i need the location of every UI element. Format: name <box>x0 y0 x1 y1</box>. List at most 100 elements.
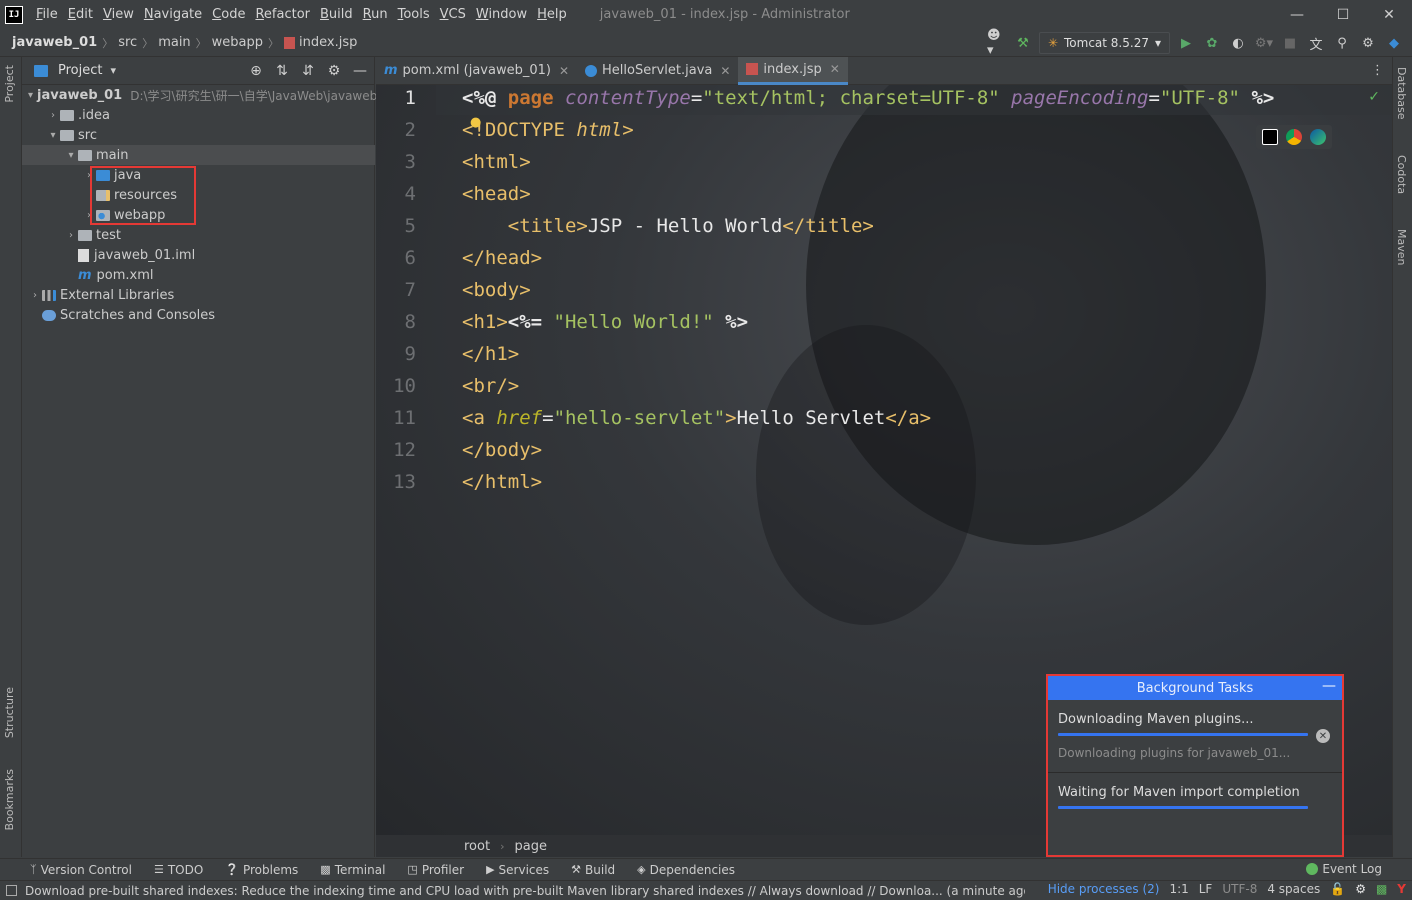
minimize-button[interactable]: — <box>1274 0 1320 29</box>
menu-file[interactable]: File <box>31 0 63 29</box>
user-icon[interactable]: ☻▾ <box>987 28 1007 58</box>
expand-all-icon[interactable]: ⇅ <box>274 61 290 81</box>
minimize-icon[interactable]: — <box>1322 678 1336 694</box>
tree-item-webapp[interactable]: › webapp <box>22 205 375 225</box>
tool-version-control[interactable]: ᛉ Version Control <box>30 863 132 877</box>
chevron-down-icon[interactable]: ▾ <box>46 130 60 141</box>
menu-view[interactable]: View <box>98 0 139 29</box>
tab-pom-xml[interactable]: m pom.xml (javaweb_01) ✕ <box>376 57 577 85</box>
tool-terminal[interactable]: ▩ Terminal <box>320 863 385 877</box>
settings-icon[interactable]: ⚙ <box>1355 882 1366 896</box>
menu-build[interactable]: Build <box>315 0 358 29</box>
stop-icon[interactable]: ■ <box>1280 33 1300 53</box>
tool-profiler[interactable]: ◳ Profiler <box>407 863 464 877</box>
stripe-tab-database[interactable]: Database <box>1395 67 1408 120</box>
tree-item-external-libraries[interactable]: › External Libraries <box>22 285 375 305</box>
cancel-task-icon[interactable]: ✕ <box>1316 729 1330 743</box>
chevron-down-icon[interactable]: ▾ <box>64 150 78 161</box>
breadcrumb-project[interactable]: javaweb_01 <box>12 35 97 50</box>
caret-position[interactable]: 1:1 <box>1169 882 1188 896</box>
tab-index-jsp[interactable]: index.jsp ✕ <box>738 56 848 85</box>
coverage-icon[interactable]: ◐ <box>1228 33 1248 53</box>
stripe-tab-bookmarks[interactable]: Bookmarks <box>3 769 16 830</box>
tree-item-test[interactable]: › test <box>22 225 375 245</box>
profile-icon[interactable]: ⚙▾ <box>1254 33 1274 53</box>
run-icon[interactable]: ▶ <box>1176 33 1196 53</box>
file-encoding[interactable]: UTF-8 <box>1222 882 1257 896</box>
close-icon[interactable]: ✕ <box>559 64 569 78</box>
lightbulb-icon[interactable]: ● <box>470 115 481 130</box>
breadcrumb-src[interactable]: src <box>118 35 137 50</box>
tool-build[interactable]: ⚒ Build <box>571 863 615 877</box>
intellij-browser-icon[interactable] <box>1262 129 1278 145</box>
menu-code[interactable]: Code <box>207 0 250 29</box>
stripe-tab-project[interactable]: Project <box>3 65 16 103</box>
breadcrumb-root[interactable]: root <box>464 839 490 854</box>
line-separator[interactable]: LF <box>1199 882 1213 896</box>
maximize-button[interactable]: ☐ <box>1320 0 1366 29</box>
terminal-status-icon[interactable]: ▩ <box>1376 882 1387 896</box>
tool-problems[interactable]: ❔ Problems <box>225 863 298 877</box>
menu-refactor[interactable]: Refactor <box>250 0 315 29</box>
build-hammer-icon[interactable]: ⚒ <box>1013 33 1033 53</box>
run-configuration-select[interactable]: ✳ Tomcat 8.5.27 ▾ <box>1038 32 1170 54</box>
breadcrumb-main[interactable]: main <box>158 35 190 50</box>
tree-item-main[interactable]: ▾ main <box>22 145 375 165</box>
tool-services[interactable]: ▶ Services <box>486 863 549 877</box>
close-icon[interactable]: ✕ <box>830 62 840 76</box>
chevron-right-icon[interactable]: › <box>64 230 78 241</box>
breadcrumb-file[interactable]: index.jsp <box>299 35 357 50</box>
project-panel-title[interactable]: Project <box>58 63 102 78</box>
tab-helloservlet[interactable]: HelloServlet.java ✕ <box>577 57 738 85</box>
menu-edit[interactable]: Edit <box>63 0 98 29</box>
translate-icon[interactable]: 文 <box>1306 33 1326 53</box>
gear-icon[interactable]: ⚙ <box>326 61 342 81</box>
menu-window[interactable]: Window <box>471 0 532 29</box>
menu-tools[interactable]: Tools <box>393 0 435 29</box>
search-icon[interactable]: ⚲ <box>1332 33 1352 53</box>
chevron-down-icon[interactable]: ▾ <box>110 64 116 77</box>
stripe-tab-maven[interactable]: Maven <box>1395 229 1408 265</box>
menu-run[interactable]: Run <box>358 0 393 29</box>
status-message[interactable]: Download pre-built shared indexes: Reduc… <box>25 884 1025 898</box>
stripe-tab-codota[interactable]: Codota <box>1395 155 1408 194</box>
menu-help[interactable]: Help <box>532 0 572 29</box>
debug-icon[interactable]: ✿ <box>1202 33 1222 53</box>
tool-dependencies[interactable]: ◈ Dependencies <box>637 863 735 877</box>
breadcrumb-page[interactable]: page <box>514 839 546 854</box>
settings-gear-icon[interactable]: ⚙ <box>1358 33 1378 53</box>
tree-item-src[interactable]: ▾ src <box>22 125 375 145</box>
plugin-icon[interactable]: Y <box>1397 882 1406 896</box>
toggle-tool-windows-icon[interactable] <box>6 885 17 896</box>
lock-icon[interactable]: 🔓 <box>1330 882 1345 896</box>
menu-vcs[interactable]: VCS <box>435 0 471 29</box>
tree-item-scratches-and-consoles[interactable]: Scratches and Consoles <box>22 305 375 325</box>
jetbrains-toolbox-icon[interactable]: ◆ <box>1384 33 1404 53</box>
locate-target-icon[interactable]: ⊕ <box>248 61 264 81</box>
breadcrumb-webapp[interactable]: webapp <box>212 35 263 50</box>
chevron-down-icon[interactable]: ▾ <box>28 90 33 101</box>
tool-todo[interactable]: ☰ TODO <box>154 863 203 877</box>
indent-setting[interactable]: 4 spaces <box>1267 882 1320 896</box>
tree-item-java[interactable]: › java <box>22 165 375 185</box>
stripe-tab-structure[interactable]: Structure <box>3 687 16 738</box>
tree-item-pom-xml[interactable]: m pom.xml <box>22 265 375 285</box>
hide-processes-link[interactable]: Hide processes (2) <box>1048 882 1160 896</box>
menu-navigate[interactable]: Navigate <box>139 0 207 29</box>
tree-item-javaweb-01[interactable]: ▾ javaweb_01 D:\学习\研究生\研一\自学\JavaWeb\javaw… <box>22 85 377 105</box>
edge-icon[interactable] <box>1310 129 1326 145</box>
chrome-icon[interactable] <box>1286 129 1302 145</box>
event-log-button[interactable]: Event Log <box>1306 862 1382 876</box>
close-icon[interactable]: ✕ <box>720 64 730 78</box>
more-options-icon[interactable]: ⋮ <box>1371 63 1384 78</box>
collapse-all-icon[interactable]: ⇵ <box>300 61 316 81</box>
chevron-right-icon[interactable]: › <box>28 290 42 301</box>
tree-item-resources[interactable]: resources <box>22 185 375 205</box>
chevron-right-icon[interactable]: › <box>46 110 60 121</box>
hide-panel-icon[interactable]: — <box>352 61 368 81</box>
close-window-button[interactable]: ✕ <box>1366 0 1412 29</box>
inspection-ok-icon[interactable]: ✓ <box>1368 89 1380 105</box>
tree-item-javaweb-01-iml[interactable]: javaweb_01.iml <box>22 245 375 265</box>
tree-item-idea[interactable]: › .idea <box>22 105 375 125</box>
jsp-file-icon <box>746 63 759 75</box>
